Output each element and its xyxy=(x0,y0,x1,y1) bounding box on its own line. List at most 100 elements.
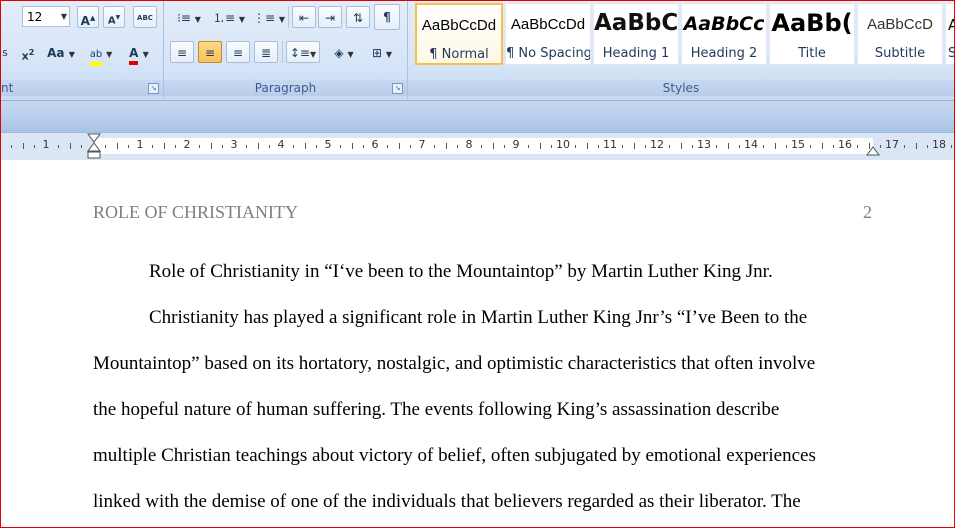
ruler-number: 5 xyxy=(324,138,332,151)
ruler-number: 8 xyxy=(465,138,473,151)
paragraph-group: ⁝≡ ▼ ⒈≡ ▼ ⋮≡ ▼ ⇤ ⇥ ⇅ ¶ ≡ ≡ ≡ ≣ ↕≡▼ ◈ ▼ ⊞… xyxy=(164,1,408,99)
ruler-tick xyxy=(434,145,435,148)
borders-icon: ⊞ xyxy=(371,46,383,60)
ruler-tick xyxy=(951,145,952,148)
paragraph-line: Christianity has played a significant ro… xyxy=(149,307,808,328)
strikethrough-button[interactable]: s xyxy=(1,41,11,63)
ruler-tick xyxy=(457,145,458,148)
right-indent-icon[interactable] xyxy=(865,141,881,157)
increase-indent-button[interactable]: ⇥ xyxy=(318,6,342,28)
word-window: 12 ▼ A▲ A▼ ABC s x2 Aa ▼ ab ▼ A ▼ nt ↘ ⁝… xyxy=(0,0,955,528)
style-normal[interactable]: AaBbCcDd ¶ Normal xyxy=(415,3,503,65)
ruler-number: 11 xyxy=(603,138,617,151)
increase-indent-icon: ⇥ xyxy=(324,11,336,25)
style-name: ¶ Normal xyxy=(429,47,489,62)
page-number: 2 xyxy=(863,202,872,222)
ruler-tick xyxy=(446,143,447,149)
font-size-value: 12 xyxy=(27,10,43,24)
justify-icon: ≣ xyxy=(260,46,272,60)
chevron-down-icon[interactable]: ▼ xyxy=(61,7,67,27)
horizontal-ruler[interactable]: 1 1 2 3 4 5 6 7 8 9 10 11 12 13 14 15 16 17 18 xyxy=(1,132,954,161)
style-more[interactable]: A S xyxy=(945,3,954,65)
style-sample: AaBbCc xyxy=(683,13,765,35)
ruler-tick xyxy=(399,143,400,149)
style-subtitle[interactable]: AaBbCcD Subtitle xyxy=(857,3,943,65)
line-spacing-button[interactable]: ↕≡▼ xyxy=(286,41,320,63)
style-name: Title xyxy=(798,46,826,61)
first-line-indent-icon[interactable] xyxy=(86,133,102,160)
multilevel-list-icon: ⋮≡ xyxy=(252,11,276,25)
ruler-tick xyxy=(575,145,576,148)
ruler-tick xyxy=(23,143,24,149)
style-title[interactable]: AaBb( Title xyxy=(769,3,855,65)
font-size-box[interactable]: 12 ▼ xyxy=(22,6,70,27)
borders-button[interactable]: ⊞ ▼ xyxy=(364,41,400,63)
ruler-tick xyxy=(117,143,118,149)
ruler-tick xyxy=(669,145,670,148)
ruler-tick xyxy=(857,145,858,148)
superscript-button[interactable]: x2 xyxy=(17,41,39,63)
multilevel-list-button[interactable]: ⋮≡ ▼ xyxy=(250,6,288,28)
font-group: 12 ▼ A▲ A▼ ABC s x2 Aa ▼ ab ▼ A ▼ nt ↘ xyxy=(1,1,164,99)
font-dialog-launcher-icon[interactable]: ↘ xyxy=(148,83,159,94)
change-case-button[interactable]: Aa ▼ xyxy=(45,41,77,63)
ruler-tick xyxy=(316,145,317,148)
style-heading-2[interactable]: AaBbCc Heading 2 xyxy=(681,3,767,65)
ruler-number: 3 xyxy=(230,138,238,151)
decrease-indent-icon: ⇤ xyxy=(298,11,310,25)
style-name: S xyxy=(946,46,954,61)
show-hide-marks-button[interactable]: ¶ xyxy=(374,4,400,30)
document-page[interactable]: ROLE OF CHRISTIANITY 2 Role of Christian… xyxy=(1,160,954,527)
ruler-number: 18 xyxy=(932,138,946,151)
ruler-number: 9 xyxy=(512,138,520,151)
align-center-icon: ≡ xyxy=(204,46,216,60)
sort-button[interactable]: ⇅ xyxy=(346,6,370,28)
ruler-number: 13 xyxy=(697,138,711,151)
align-left-button[interactable]: ≡ xyxy=(170,41,194,63)
bullet-list-icon: ⁝≡ xyxy=(177,11,191,25)
ruler-tick xyxy=(916,143,917,149)
ruler-tick xyxy=(622,145,623,148)
shading-button[interactable]: ◈ ▼ xyxy=(326,41,362,63)
ruler-tick xyxy=(246,145,247,148)
justify-button[interactable]: ≣ xyxy=(254,41,278,63)
style-name: Heading 1 xyxy=(602,46,670,61)
style-sample: AaBb( xyxy=(771,9,853,37)
change-case-icon: Aa xyxy=(47,46,65,60)
ruler-tick xyxy=(363,145,364,148)
bullets-button[interactable]: ⁝≡ ▼ xyxy=(170,6,208,28)
numbering-button[interactable]: ⒈≡ ▼ xyxy=(210,6,248,28)
ruler-tick xyxy=(822,143,823,149)
ruler-tick xyxy=(293,145,294,148)
ruler-tick xyxy=(199,145,200,148)
style-name: ¶ No Spacing xyxy=(506,46,591,61)
paragraph-dialog-launcher-icon[interactable]: ↘ xyxy=(392,83,403,94)
superscript-icon: x xyxy=(21,49,29,63)
ruler-tick xyxy=(833,145,834,148)
decrease-indent-button[interactable]: ⇤ xyxy=(292,6,316,28)
shrink-font-button[interactable]: A▼ xyxy=(103,6,125,28)
ruler-tick xyxy=(763,145,764,148)
ruler-tick xyxy=(528,145,529,148)
style-sample: AaBbCcDd xyxy=(510,16,586,33)
ruler-tick xyxy=(598,145,599,148)
ruler-tick xyxy=(410,145,411,148)
ruler-tick xyxy=(645,145,646,148)
clear-formatting-button[interactable]: ABC xyxy=(133,6,157,28)
shrink-font-icon: A xyxy=(107,15,116,27)
ruler-tick xyxy=(551,145,552,148)
ruler-number: 7 xyxy=(418,138,426,151)
style-no-spacing[interactable]: AaBbCcDd ¶ No Spacing xyxy=(505,3,591,65)
align-right-button[interactable]: ≡ xyxy=(226,41,250,63)
highlight-button[interactable]: ab ▼ xyxy=(83,41,119,66)
ruler-tick xyxy=(352,143,353,149)
grow-font-button[interactable]: A▲ xyxy=(77,6,99,28)
ruler-tick xyxy=(211,143,212,149)
style-heading-1[interactable]: AaBbC Heading 1 xyxy=(593,3,679,65)
font-color-button[interactable]: A ▼ xyxy=(121,41,157,65)
center-button[interactable]: ≡ xyxy=(198,41,222,63)
paint-bucket-icon: ◈ xyxy=(334,46,344,60)
style-sample: A xyxy=(946,16,954,34)
paragraph-line: Mountaintop” based on its hortatory, nos… xyxy=(93,353,816,374)
ruler-tick xyxy=(387,145,388,148)
